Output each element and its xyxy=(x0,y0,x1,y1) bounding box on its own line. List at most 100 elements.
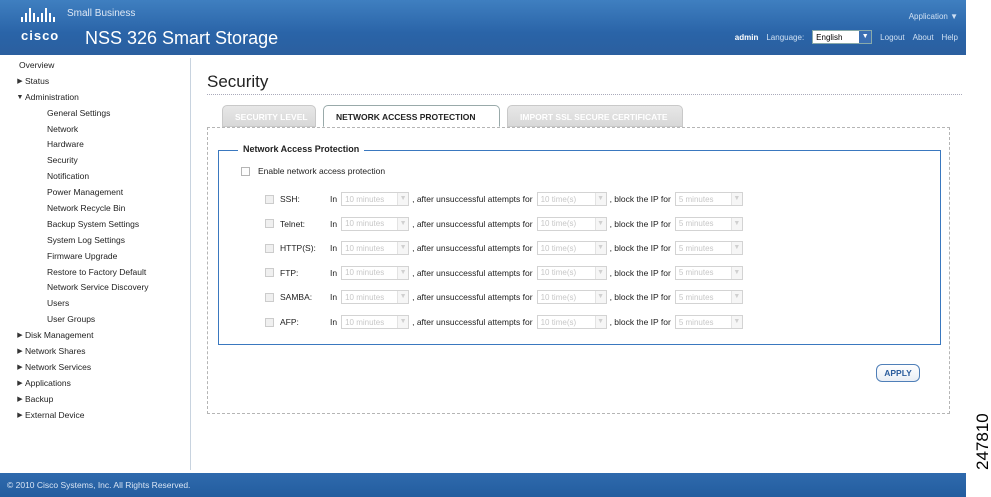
sidebar-item-label: Backup xyxy=(25,393,54,404)
block-duration-select[interactable]: 5 minutes ▼ xyxy=(674,315,743,329)
interval-select[interactable]: 10 minutes ▼ xyxy=(341,265,410,280)
page-title: Security xyxy=(207,72,269,91)
attempts-value: 10 time(s) xyxy=(540,317,577,327)
sidebar-item-general-settings[interactable]: General Settings xyxy=(7,106,190,122)
sidebar-item-external-device[interactable]: ▶ External Device xyxy=(7,408,190,424)
attempts-select[interactable]: 10 time(s) ▼ xyxy=(536,241,607,256)
service-row-samba: SAMBA: In 10 minutes ▼ , after unsuccessf… xyxy=(265,289,743,305)
sidebar-item-overview[interactable]: Overview xyxy=(7,58,190,74)
sidebar-item-restore-factory-default[interactable]: Restore to Factory Default xyxy=(7,265,190,281)
block-duration-select[interactable]: 5 minutes ▼ xyxy=(674,241,743,256)
interval-select[interactable]: 10 minutes ▼ xyxy=(341,216,410,231)
attempts-label: , after unsuccessful attempts for xyxy=(412,267,533,278)
triangle-right-icon: ▶ xyxy=(17,395,23,403)
main-content: Security SECURITY LEVEL NETWORK ACCESS P… xyxy=(192,58,966,470)
attempts-select[interactable]: 10 time(s) ▼ xyxy=(536,192,607,206)
attempts-select[interactable]: 10 time(s) ▼ xyxy=(536,265,607,280)
help-link[interactable]: Help xyxy=(942,33,958,42)
sidebar-item-hardware[interactable]: Hardware xyxy=(7,137,190,153)
enable-protection-label: Enable network access protection xyxy=(258,166,386,176)
block-duration-select[interactable]: 5 minutes ▼ xyxy=(674,290,743,305)
sidebar-item-administration[interactable]: ▼ Administration xyxy=(7,90,190,106)
chevron-down-icon: ▼ xyxy=(730,316,742,328)
block-value: 5 minutes xyxy=(678,243,714,253)
tab-network-access-protection[interactable]: NETWORK ACCESS PROTECTION xyxy=(323,105,500,127)
attempts-value: 10 time(s) xyxy=(540,219,577,229)
brand-wordmark: cisco xyxy=(21,28,60,43)
sidebar-item-security[interactable]: Security xyxy=(7,153,190,169)
enable-protection-row: Enable network access protection xyxy=(241,166,385,176)
interval-value: 10 minutes xyxy=(345,219,385,229)
sidebar-item-network-services[interactable]: ▶ Network Services xyxy=(7,360,190,376)
sidebar-item-backup[interactable]: ▶ Backup xyxy=(7,392,190,408)
block-value: 5 minutes xyxy=(678,292,714,302)
sidebar-item-status[interactable]: ▶ Status xyxy=(7,74,190,90)
service-checkbox[interactable] xyxy=(265,292,274,302)
sidebar-item-firmware-upgrade[interactable]: Firmware Upgrade xyxy=(7,249,190,265)
application-menu[interactable]: Application ▼ xyxy=(909,12,958,21)
interval-select[interactable]: 10 minutes ▼ xyxy=(341,241,410,256)
in-label: In xyxy=(330,292,338,303)
attempts-select[interactable]: 10 time(s) ▼ xyxy=(536,290,607,305)
block-value: 5 minutes xyxy=(678,219,714,229)
sidebar-item-user-groups[interactable]: User Groups xyxy=(7,312,190,328)
sidebar-item-label: Applications xyxy=(25,377,71,388)
block-duration-select[interactable]: 5 minutes ▼ xyxy=(674,216,743,231)
group-legend: Network Access Protection xyxy=(238,144,365,154)
service-checkbox[interactable] xyxy=(265,317,274,327)
service-row-ftp: FTP: In 10 minutes ▼ , after unsuccessful… xyxy=(265,265,743,281)
sidebar-item-applications[interactable]: ▶ Applications xyxy=(7,376,190,392)
in-label: In xyxy=(330,243,338,254)
interval-value: 10 minutes xyxy=(345,268,385,278)
sidebar-item-network-recycle-bin[interactable]: Network Recycle Bin xyxy=(7,201,190,217)
interval-value: 10 minutes xyxy=(345,194,385,204)
sidebar-item-disk-management[interactable]: ▶ Disk Management xyxy=(7,328,190,344)
sidebar-item-system-log-settings[interactable]: System Log Settings xyxy=(7,233,190,249)
sidebar-item-network-service-discovery[interactable]: Network Service Discovery xyxy=(7,280,190,296)
block-value: 5 minutes xyxy=(678,268,714,278)
attempts-value: 10 time(s) xyxy=(540,292,577,302)
service-row-https: HTTP(S): In 10 minutes ▼ , after unsucces… xyxy=(265,240,743,256)
logout-link[interactable]: Logout xyxy=(880,33,904,42)
block-duration-select[interactable]: 5 minutes ▼ xyxy=(674,192,743,206)
sidebar-item-label: Status xyxy=(25,75,50,86)
sidebar-item-network[interactable]: Network xyxy=(7,122,190,138)
about-link[interactable]: About xyxy=(913,33,934,42)
enable-protection-checkbox[interactable] xyxy=(241,166,250,176)
triangle-right-icon: ▶ xyxy=(17,348,23,356)
interval-select[interactable]: 10 minutes ▼ xyxy=(341,290,410,305)
language-select[interactable]: English ▼ xyxy=(812,30,873,44)
service-checkbox[interactable] xyxy=(265,243,274,253)
sidebar-item-backup-system-settings[interactable]: Backup System Settings xyxy=(7,217,190,233)
attempts-value: 10 time(s) xyxy=(540,243,577,253)
chevron-down-icon: ▼ xyxy=(397,242,409,255)
tab-import-ssl-certificate[interactable]: IMPORT SSL SECURE CERTIFICATE xyxy=(507,105,683,127)
attempts-select[interactable]: 10 time(s) ▼ xyxy=(536,216,607,231)
sidebar-item-notification[interactable]: Notification xyxy=(7,169,190,185)
sidebar-item-users[interactable]: Users xyxy=(7,296,190,312)
chevron-down-icon: ▼ xyxy=(594,266,606,279)
header-toolbar: admin Language: English ▼ Logout About H… xyxy=(735,30,966,44)
block-duration-select[interactable]: 5 minutes ▼ xyxy=(674,265,743,280)
network-access-protection-group: Network Access Protection Enable network… xyxy=(218,144,941,345)
sidebar-item-label: Network Shares xyxy=(25,346,86,357)
triangle-right-icon: ▶ xyxy=(17,411,23,419)
tab-security-level[interactable]: SECURITY LEVEL xyxy=(222,105,316,127)
sidebar-item-power-management[interactable]: Power Management xyxy=(7,185,190,201)
service-row-ssh: SSH: In 10 minutes ▼ , after unsuccessful… xyxy=(265,191,743,207)
service-checkbox[interactable] xyxy=(265,194,274,204)
service-checkbox[interactable] xyxy=(265,219,274,229)
chevron-down-icon: ▼ xyxy=(397,193,409,205)
copyright-text: © 2010 Cisco Systems, Inc. All Rights Re… xyxy=(7,480,191,490)
sidebar-item-network-shares[interactable]: ▶ Network Shares xyxy=(7,344,190,360)
interval-select[interactable]: 10 minutes ▼ xyxy=(341,192,410,206)
attempts-select[interactable]: 10 time(s) ▼ xyxy=(536,315,607,329)
apply-button[interactable]: APPLY xyxy=(876,364,920,382)
chevron-down-icon: ▼ xyxy=(397,316,409,328)
chevron-down-icon: ▼ xyxy=(594,291,606,304)
chevron-down-icon: ▼ xyxy=(730,193,742,205)
sidebar-item-label: External Device xyxy=(25,409,85,420)
interval-select[interactable]: 10 minutes ▼ xyxy=(341,315,410,329)
language-label: Language: xyxy=(766,32,805,42)
service-checkbox[interactable] xyxy=(265,268,274,278)
